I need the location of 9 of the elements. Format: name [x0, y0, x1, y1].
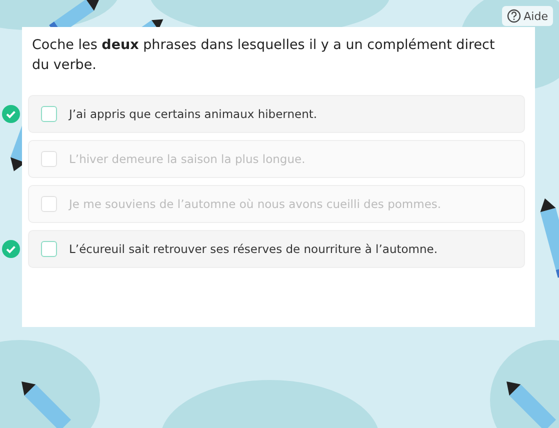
question-text: Coche les deux phrases dans lesquelles il y a un complément direct du verbe.	[32, 36, 496, 75]
help-button[interactable]: Aide	[502, 6, 553, 26]
answer-option[interactable]: J’ai appris que certains animaux hibernent.	[28, 95, 525, 133]
pencil-drawing	[506, 382, 556, 428]
help-icon	[506, 9, 521, 23]
checkbox[interactable]	[41, 241, 57, 257]
checkbox[interactable]	[41, 106, 57, 122]
answer-option[interactable]: L’écureuil sait retrouver ses réserves de nourriture à l’automne.	[28, 230, 525, 268]
pencil-drawing	[22, 382, 71, 428]
